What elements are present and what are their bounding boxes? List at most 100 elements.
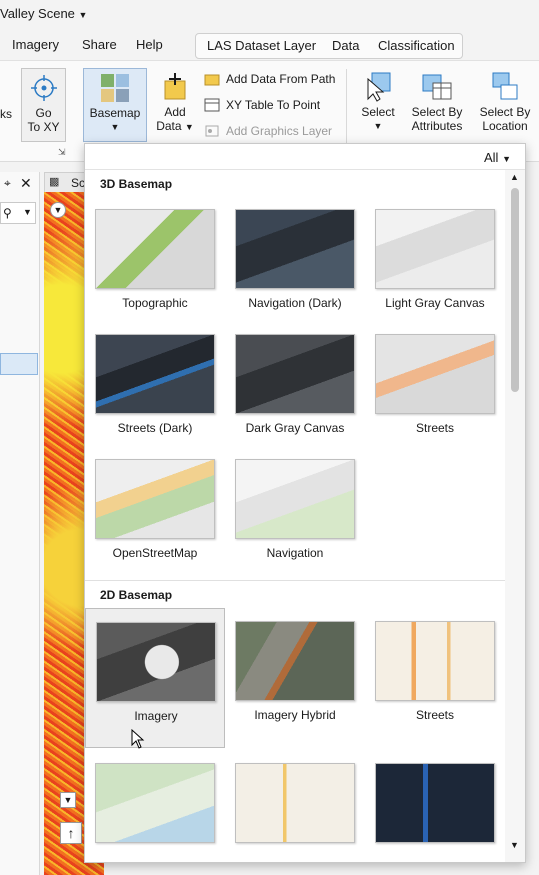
add-data-from-path-label: Add Data From Path (226, 72, 336, 86)
basemap-tile-topographic[interactable]: Topographic (85, 196, 225, 336)
window-title[interactable]: Valley Scene ▼ (0, 6, 87, 21)
filter-value: All (484, 150, 499, 165)
select-by-location-label-1: Select By (479, 105, 531, 119)
streets-2d-thumbnail (375, 621, 495, 701)
filter-dropdown[interactable]: All ▼ (484, 150, 511, 165)
scrollbar-thumb[interactable] (511, 188, 519, 392)
attribute-table-icon (422, 74, 452, 100)
tile-label: Streets (415, 421, 454, 435)
navigator-down-icon[interactable]: ▼ (60, 792, 76, 808)
basemap-tile-navigation[interactable]: Navigation (225, 446, 365, 586)
graphics-layer-icon (205, 125, 219, 137)
basemap-tile-openstreetmap[interactable]: OpenStreetMap (85, 446, 225, 586)
tab-imagery[interactable]: Imagery (12, 37, 59, 52)
add-data-button[interactable]: Add Data ▼ (155, 68, 195, 142)
go-to-xy-label-2: To XY (27, 120, 60, 134)
tile-label: Topographic (122, 296, 188, 310)
select-by-location-icon (492, 72, 518, 100)
add-data-icon (164, 73, 186, 100)
chevron-down-icon: ▼ (78, 10, 88, 20)
streets-3d-thumbnail (375, 334, 495, 414)
pin-icon[interactable]: ⌖ (4, 176, 11, 191)
section-header-2d: 2D Basemap (100, 588, 173, 602)
basemap-tile-navigation-dark[interactable]: Navigation (Dark) (225, 196, 365, 336)
terrain-thumbnail (95, 763, 215, 843)
tab-las-dataset-layer[interactable]: LAS Dataset Layer (207, 38, 316, 53)
ribbon-separator (346, 69, 347, 149)
xy-table-to-point-button[interactable]: XY Table To Point (204, 95, 320, 115)
crosshair-icon (30, 75, 57, 101)
go-to-xy-button[interactable]: Go To XY (21, 68, 66, 142)
chevron-down-icon: ▼ (502, 154, 511, 164)
select-by-attributes-button[interactable]: Select By Attributes (408, 68, 466, 142)
imagery-thumbnail (96, 622, 216, 702)
scroll-down-icon[interactable]: ▼ (510, 840, 519, 850)
selected-layer-row[interactable] (0, 353, 38, 375)
tile-label: Navigation (266, 546, 324, 560)
basemap-tile-terrain[interactable] (85, 750, 225, 862)
dark-gray-canvas-thumbnail (235, 334, 355, 414)
basemap-tile-streets-map[interactable] (225, 750, 365, 862)
xy-table-to-point-label: XY Table To Point (226, 98, 321, 112)
navigation-dark-thumbnail (235, 209, 355, 289)
gallery-scrollbar[interactable]: ▲ ▼ (505, 170, 525, 862)
tile-label: Light Gray Canvas (385, 296, 485, 310)
chevron-down-icon[interactable]: ▼ (50, 202, 66, 218)
close-icon[interactable]: ✕ (20, 175, 32, 192)
tile-label: Imagery (134, 709, 178, 723)
basemap-tile-streets-dark[interactable]: Streets (Dark) (85, 321, 225, 461)
section-header-3d: 3D Basemap (100, 177, 173, 191)
add-data-label-2-text: Data (156, 119, 182, 133)
tile-label: Dark Gray Canvas (245, 421, 345, 435)
dialog-launcher-icon[interactable]: ⇲ (58, 147, 66, 158)
tab-data[interactable]: Data (332, 38, 359, 53)
add-data-label-1: Add (164, 105, 186, 119)
tab-help[interactable]: Help (136, 37, 163, 52)
chevron-down-icon: ▼ (110, 122, 120, 132)
basemap-label: Basemap (89, 106, 141, 120)
basemap-tile-streets-night[interactable] (365, 750, 505, 862)
search-icon: ⚲ (3, 206, 12, 220)
title-bar: Valley Scene ▼ (0, 0, 539, 30)
xy-table-icon (204, 98, 220, 112)
section-divider (85, 580, 506, 581)
streets-dark-thumbnail (95, 334, 215, 414)
streets-night-thumbnail (375, 763, 495, 843)
tile-label: OpenStreetMap (112, 546, 198, 560)
basemap-tile-light-gray-canvas[interactable]: Light Gray Canvas (365, 196, 505, 336)
basemap-button[interactable]: Basemap ▼ (83, 68, 147, 142)
mouse-cursor-icon (131, 729, 145, 749)
select-by-location-label-2: Location (482, 119, 528, 133)
navigation-thumbnail (235, 459, 355, 539)
select-button[interactable]: Select ▼ (357, 68, 399, 142)
ribbon-tabs: Imagery Share Help LAS Dataset Layer Dat… (0, 33, 539, 59)
tile-label: Streets (415, 708, 454, 722)
folder-path-icon (204, 74, 220, 86)
basemap-tile-imagery-hybrid[interactable]: Imagery Hybrid (225, 608, 365, 748)
map-tab-label: Sc (71, 176, 86, 190)
tile-label: Streets (Dark) (117, 421, 193, 435)
select-by-attributes-label-1: Select By (411, 105, 463, 119)
basemap-tile-streets-2d[interactable]: Streets (365, 608, 505, 748)
basemap-tile-imagery[interactable]: Imagery (85, 608, 225, 748)
tab-share[interactable]: Share (82, 37, 117, 52)
chevron-down-icon: ▼ (373, 121, 383, 131)
streets-map-thumbnail (235, 763, 355, 843)
tab-classification[interactable]: Classification (378, 38, 455, 53)
add-data-from-path-button[interactable]: Add Data From Path (204, 69, 335, 89)
contents-pane: ⌖ ✕ ⚲ ▼ (0, 172, 40, 875)
basemap-tile-streets-3d[interactable]: Streets (365, 321, 505, 461)
search-input[interactable]: ⚲ ▼ (0, 202, 36, 224)
window-title-text: Valley Scene (0, 6, 75, 21)
bookmarks-partial-label[interactable]: ks (0, 107, 12, 121)
topographic-thumbnail (95, 209, 215, 289)
add-graphics-layer-button[interactable]: Add Graphics Layer (204, 121, 332, 141)
add-data-label-2: Data ▼ (155, 119, 195, 134)
add-graphics-layer-label: Add Graphics Layer (226, 124, 333, 138)
gallery-header: All ▼ (85, 144, 525, 170)
basemap-tile-dark-gray-canvas[interactable]: Dark Gray Canvas (225, 321, 365, 461)
tile-label: Imagery Hybrid (254, 708, 336, 722)
arrow-up-icon[interactable]: ↑ (60, 822, 82, 844)
select-by-location-button[interactable]: Select By Location (476, 68, 534, 142)
scroll-up-icon[interactable]: ▲ (510, 172, 519, 182)
